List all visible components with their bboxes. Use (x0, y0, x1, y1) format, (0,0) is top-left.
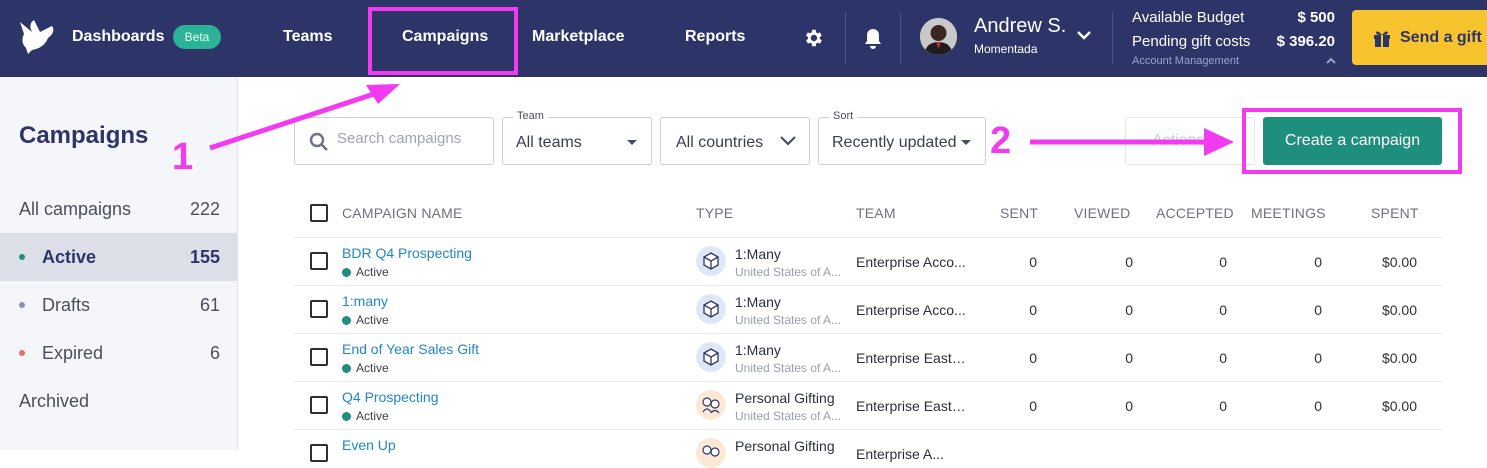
annotation-arrows (209, 84, 1234, 156)
